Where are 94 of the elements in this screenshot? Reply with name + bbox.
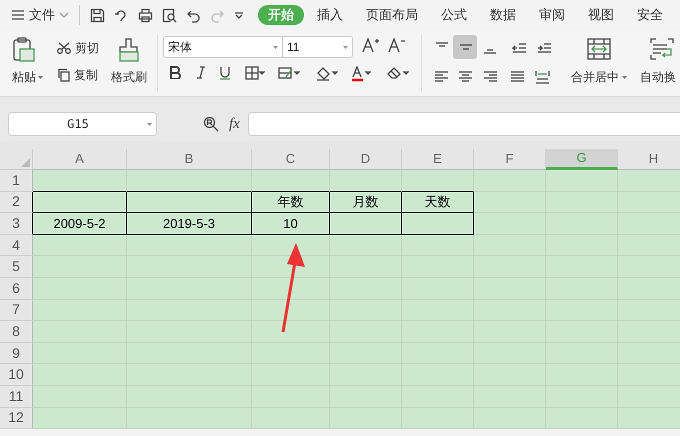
table-cell: 10: [252, 213, 330, 235]
caret-icon: [343, 46, 348, 48]
eraser-icon[interactable]: [387, 66, 409, 80]
formula-input[interactable]: [248, 112, 680, 136]
align-middle-button[interactable]: [453, 35, 477, 59]
dropdown-arrow-icon[interactable]: [234, 11, 244, 19]
grid-cell: [474, 192, 546, 214]
print-icon[interactable]: [138, 8, 153, 22]
format-painter-button[interactable]: 格式刷: [111, 68, 147, 86]
row-header[interactable]: 10: [0, 364, 33, 386]
grid-cell: [402, 213, 474, 235]
justify-icon[interactable]: [510, 70, 525, 84]
cut-button[interactable]: 剪切: [57, 39, 99, 57]
file-menu-button[interactable]: 文件: [7, 3, 73, 27]
grid-cell: [618, 170, 680, 192]
row-header[interactable]: 3: [0, 213, 33, 235]
save-icon[interactable]: [90, 8, 105, 22]
menu-tab[interactable]: 页面布局: [366, 5, 418, 25]
menu-tab[interactable]: 插入: [317, 5, 343, 25]
borders-icon[interactable]: [245, 66, 265, 80]
row-header[interactable]: 2: [0, 192, 33, 214]
font-name-dropdown[interactable]: 宋体: [163, 36, 283, 58]
row-header[interactable]: 12: [0, 408, 33, 430]
row-header[interactable]: 7: [0, 300, 33, 322]
menu-tab[interactable]: 视图: [588, 5, 614, 25]
increase-indent-icon[interactable]: [537, 41, 552, 55]
row-header[interactable]: 5: [0, 256, 33, 278]
row-header[interactable]: 1: [0, 170, 33, 192]
scissors-icon: [57, 42, 71, 54]
grid-cell: [330, 213, 402, 235]
wrap-text-button[interactable]: 自动换: [640, 68, 676, 86]
table-cell: 年数: [252, 192, 330, 214]
decrease-font-size-icon[interactable]: [388, 37, 406, 53]
font-name-value: 宋体: [168, 39, 192, 56]
row-header[interactable]: 4: [0, 234, 33, 256]
grid-cell: [546, 408, 618, 430]
bold-icon[interactable]: [169, 66, 181, 79]
print-preview-icon[interactable]: [162, 8, 177, 22]
font-size-dropdown[interactable]: 11: [283, 36, 353, 58]
menu-tab[interactable]: 公式: [441, 5, 467, 25]
merge-cells-icon: [587, 38, 611, 60]
font-color-icon[interactable]: [351, 66, 371, 82]
grid-cell: [474, 213, 546, 235]
menu-tab[interactable]: 数据: [490, 5, 516, 25]
align-center-icon[interactable]: [458, 70, 473, 84]
fx-label[interactable]: fx: [229, 112, 240, 136]
caret-icon: [273, 46, 278, 48]
menu-tab[interactable]: 审阅: [539, 5, 565, 25]
grid-cell: [474, 408, 546, 430]
italic-icon[interactable]: [196, 66, 206, 79]
wrap-text-icon: [650, 38, 674, 60]
menu-tab[interactable]: 安全: [637, 5, 663, 25]
row-header[interactable]: 9: [0, 342, 33, 364]
table-cell: 2009-5-2: [33, 213, 127, 235]
merge-center-button[interactable]: 合并居中: [571, 68, 627, 86]
row-header[interactable]: 11: [0, 386, 33, 408]
name-box[interactable]: G15: [8, 112, 157, 136]
cell-reference: G15: [66, 116, 90, 133]
decrease-indent-icon[interactable]: [512, 41, 527, 55]
table-cell: 天数: [402, 192, 474, 214]
row-header[interactable]: 8: [0, 321, 33, 343]
caret-icon: [622, 76, 627, 78]
zoom-icon[interactable]: [203, 116, 219, 132]
chevron-down-icon: [59, 12, 69, 18]
clipboard-icon: [12, 37, 36, 63]
copy-button[interactable]: 复制: [57, 66, 98, 84]
align-right-icon[interactable]: [483, 70, 498, 84]
table-cell: 月数: [330, 192, 402, 214]
paste-button[interactable]: 粘贴: [12, 68, 43, 86]
grid-cell: [402, 234, 474, 256]
menu-icon: [11, 9, 25, 21]
distributed-icon[interactable]: [535, 70, 550, 84]
increase-font-size-icon[interactable]: [362, 37, 380, 53]
grid-cell: [474, 170, 546, 192]
undo-icon[interactable]: [186, 8, 201, 22]
grid-cell: [330, 408, 402, 430]
font-size-value: 11: [287, 39, 300, 56]
paintbrush-icon: [117, 38, 141, 62]
grid-cell: [618, 408, 680, 430]
align-left-icon[interactable]: [434, 70, 449, 84]
underline-icon[interactable]: [219, 66, 231, 80]
table-cell: 2019-5-3: [127, 213, 252, 235]
grid-cell: [546, 170, 618, 192]
grid-cell: [402, 170, 474, 192]
grid-cell: [330, 170, 402, 192]
cell-format-icon[interactable]: [278, 66, 300, 80]
copy-icon: [57, 68, 70, 82]
grid-cell: [402, 408, 474, 430]
fill-bucket-icon[interactable]: [316, 66, 338, 81]
grid-cell: [474, 234, 546, 256]
caret-icon: [147, 122, 152, 126]
caret-icon: [38, 76, 43, 78]
row-header[interactable]: 6: [0, 278, 33, 300]
grid-cell: [330, 234, 402, 256]
